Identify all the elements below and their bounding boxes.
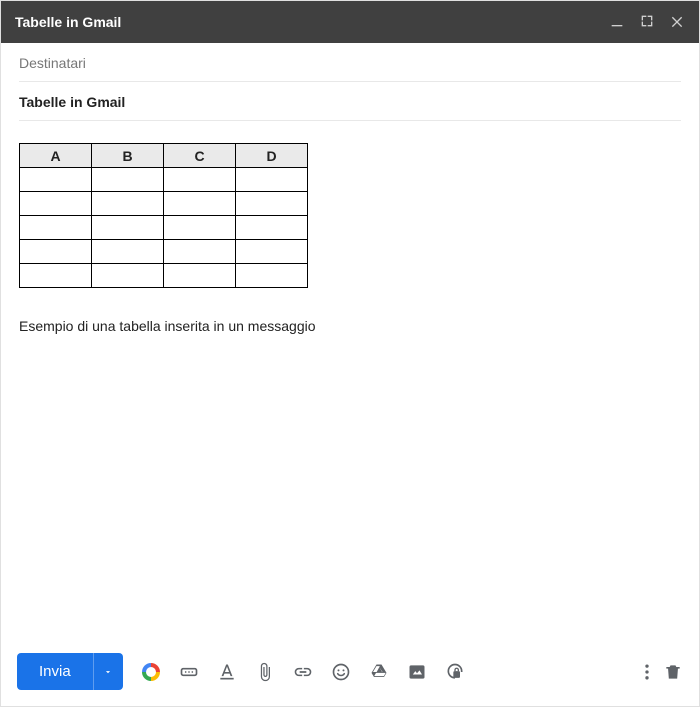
- inserted-table[interactable]: A B C D: [19, 143, 308, 288]
- attach-icon[interactable]: [255, 662, 275, 682]
- emoji-icon[interactable]: [331, 662, 351, 682]
- recipients-field[interactable]: Destinatari: [19, 43, 681, 82]
- table-row[interactable]: [20, 216, 308, 240]
- assistance-icon[interactable]: [141, 662, 161, 682]
- more-formatting-icon[interactable]: [179, 662, 199, 682]
- minimize-icon[interactable]: [609, 13, 625, 32]
- send-button-group: Invia: [17, 653, 123, 690]
- more-options-icon[interactable]: [637, 662, 657, 682]
- table-row[interactable]: [20, 168, 308, 192]
- close-icon[interactable]: [669, 13, 685, 32]
- compose-toolbar: Invia: [1, 641, 699, 706]
- subject-field[interactable]: Tabelle in Gmail: [19, 82, 681, 121]
- format-icons: [141, 662, 465, 682]
- titlebar-controls: [609, 13, 685, 32]
- table-row[interactable]: [20, 240, 308, 264]
- expand-icon[interactable]: [639, 13, 655, 32]
- header-fields: Destinatari Tabelle in Gmail: [1, 43, 699, 121]
- multicolor-circle-icon: [142, 663, 160, 681]
- drive-icon[interactable]: [369, 662, 389, 682]
- send-button[interactable]: Invia: [17, 653, 93, 690]
- send-options-button[interactable]: [93, 653, 123, 690]
- link-icon[interactable]: [293, 662, 313, 682]
- table-header[interactable]: B: [92, 144, 164, 168]
- compose-window: Tabelle in Gmail Destinatari Tabelle in …: [0, 0, 700, 707]
- caret-down-icon: [103, 667, 113, 677]
- message-body[interactable]: A B C D Esempio di una tabella inserita …: [1, 121, 699, 641]
- titlebar: Tabelle in Gmail: [1, 1, 699, 43]
- body-text[interactable]: Esempio di una tabella inserita in un me…: [19, 318, 681, 334]
- text-format-icon[interactable]: [217, 662, 237, 682]
- table-body: [20, 168, 308, 288]
- table-header[interactable]: A: [20, 144, 92, 168]
- image-icon[interactable]: [407, 662, 427, 682]
- table-row[interactable]: [20, 264, 308, 288]
- discard-icon[interactable]: [663, 662, 683, 682]
- table-row[interactable]: [20, 192, 308, 216]
- confidential-icon[interactable]: [445, 662, 465, 682]
- window-title: Tabelle in Gmail: [15, 14, 609, 30]
- table-header[interactable]: C: [164, 144, 236, 168]
- table-header[interactable]: D: [236, 144, 308, 168]
